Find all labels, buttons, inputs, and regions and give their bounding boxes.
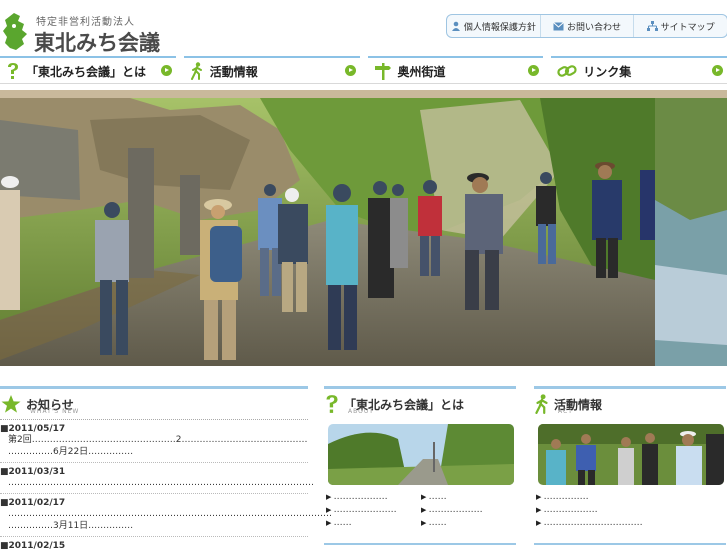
privacy-policy-label: 個人情報保護方針 [463,22,536,33]
news-item[interactable]: ■2011/03/31 …………………………………………………………………………… [0,463,314,494]
utility-links: 個人情報保護方針 お問い合わせ サイトマップ [446,14,727,38]
news-date: ■2011/02/15 [0,541,66,551]
signpost-icon [374,63,391,80]
news-date: ■2011/03/31 [0,467,66,477]
activity-thumbnail[interactable] [538,424,724,485]
nav-divider [0,83,727,84]
hero-photo [0,90,727,366]
about-link[interactable]: …… [421,517,516,529]
site-logo[interactable]: 特定非営利活動法人 東北みち会議 [2,10,162,56]
mail-icon [553,21,564,30]
nav-oshu-label: 奥州街道 [397,64,446,79]
contact-label: お問い合わせ [567,22,622,33]
walker-icon [535,394,548,414]
news-item[interactable]: ■2011/02/15 [0,537,308,555]
walker-icon [190,62,202,80]
activity-link[interactable]: …………… [536,491,726,503]
nav-item-activity[interactable]: 活動情報 [183,56,360,84]
arrow-right-icon [160,65,172,76]
person-icon [451,21,460,31]
news-text-line2[interactable]: ……………6月22日…………… [0,446,308,458]
about-thumbnail[interactable] [328,424,514,485]
activity-links: …………… ……………… …………………………… [536,491,726,529]
about-link[interactable]: …… [326,517,421,529]
news-header: お知らせ WHAT'S NEW [0,389,308,419]
nav-links-label: リンク集 [583,64,632,79]
about-title-en: ABOUT [348,408,374,415]
activity-title-en: ACT [558,408,573,415]
activity-link[interactable]: ……………… [536,504,726,516]
about-link[interactable]: ………………… [326,504,421,516]
tohoku-region-logo-icon [3,13,27,50]
sitemap-link[interactable]: サイトマップ [634,15,727,37]
sitemap-icon [646,21,658,31]
news-date: ■2011/05/17 [0,424,66,434]
nav-item-about[interactable]: 「東北みち会議」とは [0,56,176,84]
arrow-right-icon [344,65,356,76]
news-item[interactable]: ■2011/05/17 第2回…………………………………………2……………………… [0,420,308,463]
privacy-policy-link[interactable]: 個人情報保護方針 [447,15,541,37]
arrow-right-icon [712,65,723,76]
news-text[interactable]: ………………………………………………………………………………………… [0,477,314,489]
news-item[interactable]: ■2011/02/17 …………………………………………………………………………… [0,494,332,537]
news-title-en: WHAT'S NEW [30,408,80,415]
activity-thumbnail-illustration [538,424,724,485]
about-link[interactable]: …… [421,491,516,503]
activity-header: 活動情報 ACT [534,389,726,419]
about-link[interactable]: ……………… [421,504,516,516]
news-text[interactable]: ……………………………………………………………………………………………… [0,508,332,520]
news-text[interactable]: 第2回…………………………………………2…………………………………… [0,434,308,446]
arrow-right-icon [528,65,540,76]
org-name: 東北みち会議 [34,31,160,55]
activity-section: 活動情報 ACT …………… ……………… …………………………… [534,386,726,529]
news-text-line2[interactable]: ……………3月11日…………… [0,520,308,532]
about-links: ……………… …… ………………… ……………… …… …… [326,491,516,529]
about-header: 「東北みち会議」とは ABOUT [324,389,516,419]
activity-link[interactable]: …………………………… [536,517,726,529]
question-icon [8,63,18,79]
news-section: お知らせ WHAT'S NEW ■2011/05/17 第2回………………………… [0,386,332,555]
nav-item-links[interactable]: リンク集 [551,56,727,84]
news-date: ■2011/02/17 [0,498,66,508]
about-thumbnail-illustration [328,424,514,485]
about-link[interactable]: ……………… [326,491,421,503]
org-type-label: 特定非営利活動法人 [36,17,135,28]
question-icon [326,395,338,413]
hero-illustration [0,90,727,366]
sitemap-label: サイトマップ [660,22,715,33]
contact-link[interactable]: お問い合わせ [541,15,635,37]
chain-link-icon [557,65,577,77]
about-section: 「東北みち会議」とは ABOUT ……………… …… ………………… ……………… [324,386,516,529]
nav-about-label: 「東北みち会議」とは [26,64,147,79]
global-nav: 「東北みち会議」とは 活動情報 奥州街道 リンク集 [0,56,727,84]
star-icon [1,395,21,413]
nav-item-oshu-kaido[interactable]: 奥州街道 [367,56,544,84]
hero-top-strip [0,90,727,98]
nav-activity-label: 活動情報 [209,64,258,79]
